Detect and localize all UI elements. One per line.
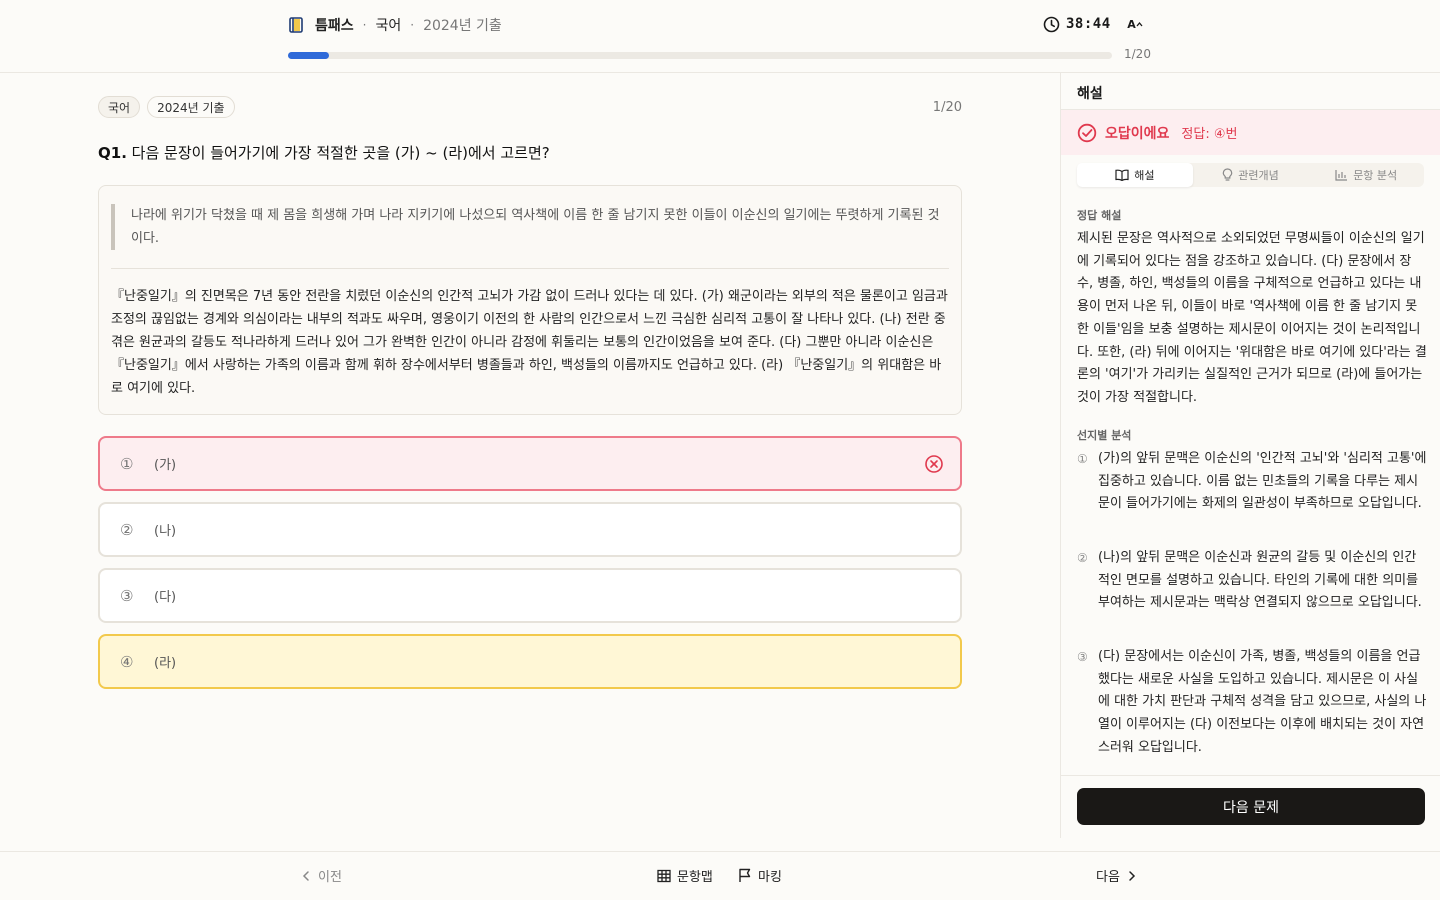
choice-label: (라) (154, 656, 177, 671)
progress-bar (288, 52, 1112, 59)
verdict-banner: 오답이에요 정답: ④번 (1061, 110, 1440, 155)
exam-label: 2024년 기출 (423, 18, 502, 34)
choice-number: ④ (120, 652, 134, 671)
analysis-number: ① (1077, 452, 1088, 466)
top-header: 틈패스 · 국어 · 2024년 기출 38:44 A 1/20 (0, 0, 1440, 73)
choice-1[interactable]: ① (가) (98, 436, 962, 491)
subject-tag: 국어 (98, 96, 141, 118)
book-open-icon (1115, 169, 1129, 181)
question-area: 국어 2024년 기출 1/20 Q1. 다음 문장이 들어가기에 가장 적절한… (98, 96, 962, 689)
grid-icon (657, 869, 671, 882)
font-size-icon: A (1127, 17, 1136, 31)
marking-button[interactable]: 마킹 (738, 866, 782, 885)
timer-value: 38:44 (1066, 16, 1111, 32)
analysis-item-1: ① (가)의 앞뒤 문맥은 이순신의 '인간적 고뇌'와 '심리적 고통'에 집… (1077, 448, 1427, 516)
book-logo-icon (288, 16, 306, 34)
bar-chart-icon (1335, 170, 1348, 181)
passage-box: 나라에 위기가 닥쳤을 때 제 몸을 희생해 가며 나라 지키기에 나섰으되 역… (98, 185, 962, 415)
passage-divider (111, 268, 949, 269)
explanation-label: 정답 해설 (1077, 209, 1122, 222)
analysis-text: (가)의 앞뒤 문맥은 이순신의 '인간적 고뇌'와 '심리적 고통'에 집중하… (1098, 451, 1427, 512)
progress-fill (288, 52, 330, 59)
tab-related-concepts[interactable]: 관련개념 (1193, 163, 1309, 187)
exam-tag: 2024년 기출 (147, 96, 235, 118)
chevron-right-icon (1129, 870, 1135, 881)
explanation-panel: 해설 오답이에요 정답: ④번 해설 관련개념 문항 분석 정답 해설 제시된 … (1060, 73, 1440, 838)
choice-label: (가) (154, 458, 177, 473)
analysis-number: ② (1077, 551, 1088, 565)
prev-label: 이전 (318, 870, 342, 885)
lightbulb-icon (1222, 168, 1233, 181)
choice-number: ③ (120, 586, 134, 605)
correct-answer: 정답: ④번 (1181, 127, 1238, 142)
tab-item-analysis[interactable]: 문항 분석 (1308, 163, 1424, 187)
tab-label: 문항 분석 (1353, 169, 1398, 182)
chevron-left-icon (302, 870, 309, 881)
check-circle-icon (1077, 123, 1097, 142)
tag-list: 국어 2024년 기출 (98, 96, 962, 118)
subject-label: 국어 (375, 18, 402, 34)
question-map-button[interactable]: 문항맵 (657, 866, 713, 885)
progress-count: 1/20 (1124, 47, 1151, 61)
choice-4[interactable]: ④ (라) (98, 634, 962, 689)
tab-explanation[interactable]: 해설 (1077, 163, 1193, 187)
choice-label: (나) (154, 524, 177, 539)
analysis-number: ③ (1077, 650, 1088, 664)
choice-3[interactable]: ③ (다) (98, 568, 962, 623)
map-label: 문항맵 (677, 870, 713, 885)
analysis-text: (나)의 앞뒤 문맥은 이순신과 원균의 갈등 및 이순신의 인간적인 면모를 … (1098, 550, 1422, 611)
mark-label: 마킹 (758, 870, 782, 885)
question-title: Q1. 다음 문장이 들어가기에 가장 적절한 곳을 (가) ~ (라)에서 고… (98, 142, 962, 163)
next-question-button[interactable]: 다음 문제 (1077, 788, 1425, 825)
bottom-nav: 이전 문항맵 마킹 다음 (0, 851, 1440, 900)
analysis-item-3: ③ (다) 문장에서는 이순신이 가족, 병졸, 백성들의 이름을 언급했다는 … (1077, 646, 1427, 760)
tab-label: 해설 (1134, 169, 1155, 182)
tab-label: 관련개념 (1238, 169, 1279, 182)
flag-icon (739, 868, 751, 882)
analysis-item-2: ② (나)의 앞뒤 문맥은 이순신과 원균의 갈등 및 이순신의 인간적인 면모… (1077, 547, 1427, 615)
choice-number: ② (120, 520, 134, 539)
question-number: Q1. (98, 144, 127, 162)
verdict-text: 오답이에요 (1105, 125, 1170, 142)
passage-text: 『난중일기』의 진면목은 7년 동안 전란을 치렀던 이순신의 인간적 고뇌가 … (111, 289, 948, 396)
explanation-text: 제시된 문장은 역사적으로 소외되었던 무명씨들이 이순신의 일기에 기록되어 … (1077, 231, 1427, 405)
next-label: 다음 (1096, 870, 1120, 885)
brand-name: 틈패스 (315, 18, 354, 34)
clock-icon (1043, 16, 1060, 32)
choice-label: (다) (154, 590, 177, 605)
wrong-x-icon (925, 455, 943, 473)
font-size-toggle[interactable]: A (1126, 15, 1144, 33)
choice-list: ① (가) ② (나) ③ (다) ④ (라) (98, 436, 962, 689)
prev-button[interactable]: 이전 (300, 866, 342, 885)
insert-sentence: 나라에 위기가 닥쳤을 때 제 몸을 희생해 가며 나라 지키기에 나섰으되 역… (111, 204, 949, 250)
next-button[interactable]: 다음 (1096, 866, 1138, 885)
analysis-text: (다) 문장에서는 이순신이 가족, 병졸, 백성들의 이름을 언급했다는 새로… (1098, 649, 1427, 755)
analysis-label: 선지별 분석 (1077, 429, 1132, 442)
panel-title: 해설 (1077, 86, 1103, 102)
breadcrumb: 틈패스 · 국어 · 2024년 기출 (288, 14, 502, 36)
question-count: 1/20 (932, 100, 962, 115)
choice-number: ① (120, 454, 134, 473)
question-text: 다음 문장이 들어가기에 가장 적절한 곳을 (가) ~ (라)에서 고르면? (131, 144, 550, 162)
panel-tabs: 해설 관련개념 문항 분석 (1077, 163, 1424, 187)
timer: 38:44 (1043, 14, 1111, 34)
choice-2[interactable]: ② (나) (98, 502, 962, 557)
